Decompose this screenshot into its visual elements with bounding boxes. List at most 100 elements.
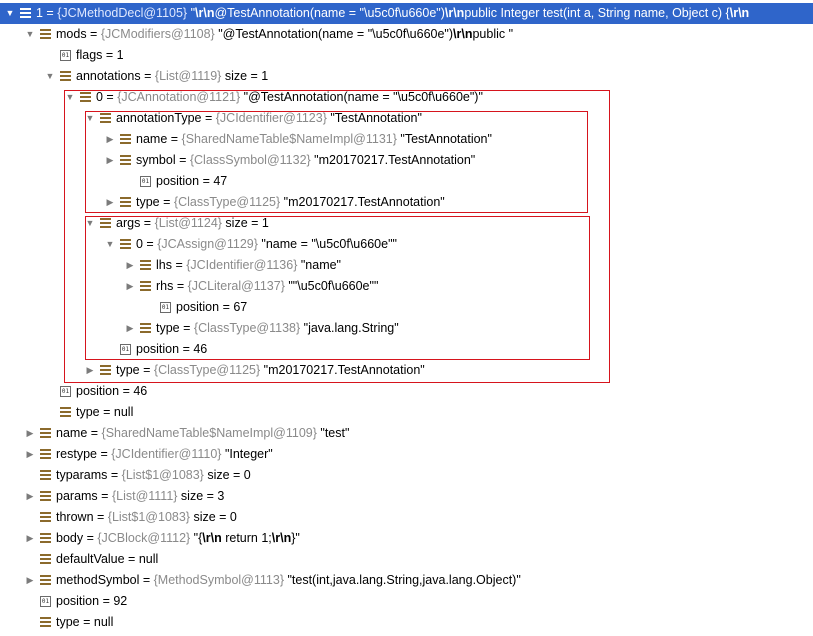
object-reference: {JCIdentifier@1110} — [111, 447, 222, 461]
expand-arrow-icon[interactable]: ▶ — [24, 486, 36, 507]
field-name: position — [156, 174, 200, 188]
equals-sign: = — [93, 510, 108, 524]
tree-row[interactable]: type = null — [0, 402, 813, 423]
expand-arrow-icon[interactable]: ▶ — [24, 528, 36, 549]
tree-row[interactable]: ▼ args = {List@1124} size = 1 — [0, 213, 813, 234]
object-field-icon — [40, 470, 51, 481]
tree-row[interactable]: ▼ mods = {JCModifiers@1108} "@TestAnnotat… — [0, 24, 813, 45]
tree-row[interactable]: ▶ params = {List@1111} size = 3 — [0, 486, 813, 507]
tree-row[interactable]: typarams = {List$1@1083} size = 0 — [0, 465, 813, 486]
field-value: "test(int,java.lang.String,java.lang.Obj… — [284, 573, 521, 587]
primitive-field-icon: 01 — [160, 302, 171, 313]
row-text: args = {List@1124} size = 1 — [116, 213, 269, 234]
tree-row[interactable]: ▼ 0 = {JCAnnotation@1121} "@TestAnnotatio… — [0, 87, 813, 108]
object-field-icon — [100, 218, 111, 229]
field-name: defaultValue — [56, 552, 125, 566]
tree-row[interactable]: ▶ lhs = {JCIdentifier@1136} "name" — [0, 255, 813, 276]
row-text: position = 46 — [136, 339, 207, 360]
tree-row[interactable]: ▶ rhs = {JCLiteral@1137} ""\u5c0f\u660e"" — [0, 276, 813, 297]
object-reference: {List$1@1083} — [107, 510, 190, 524]
equals-sign: = — [102, 48, 117, 62]
field-value: size = 1 — [221, 69, 269, 83]
tree-row[interactable]: ▶ name = {SharedNameTable$NameImpl@1109} … — [0, 423, 813, 444]
collapse-arrow-icon[interactable]: ▼ — [84, 213, 96, 234]
field-name: methodSymbol — [56, 573, 140, 587]
tree-row[interactable]: 01 position = 46 — [0, 381, 813, 402]
object-field-icon — [60, 71, 71, 82]
equals-sign: = — [97, 489, 112, 503]
tree-row[interactable]: ▶ type = {ClassType@1138} "java.lang.Stri… — [0, 318, 813, 339]
row-text: lhs = {JCIdentifier@1136} "name" — [156, 255, 341, 276]
expand-arrow-icon[interactable]: ▶ — [104, 192, 116, 213]
tree-row[interactable]: 01 flags = 1 — [0, 45, 813, 66]
tree-row[interactable]: thrown = {List$1@1083} size = 0 — [0, 507, 813, 528]
object-reference: {JCIdentifier@1123} — [215, 111, 327, 125]
tree-row[interactable]: 01 position = 47 — [0, 171, 813, 192]
tree-row[interactable]: ▶ restype = {JCIdentifier@1110} "Integer" — [0, 444, 813, 465]
field-value: "\r\n@TestAnnotation(name = "\u5c0f\u660… — [187, 6, 750, 20]
expand-arrow-icon[interactable]: ▶ — [104, 129, 116, 150]
field-value: "name" — [297, 258, 341, 272]
tree-row[interactable]: defaultValue = null — [0, 549, 813, 570]
collapse-arrow-icon[interactable]: ▼ — [84, 108, 96, 129]
tree-row[interactable]: ▶ name = {SharedNameTable$NameImpl@1131} … — [0, 129, 813, 150]
row-text: type = null — [56, 612, 113, 633]
tree-row[interactable]: 01 position = 67 — [0, 297, 813, 318]
tree-row[interactable]: ▼ annotations = {List@1119} size = 1 — [0, 66, 813, 87]
row-text: rhs = {JCLiteral@1137} ""\u5c0f\u660e"" — [156, 276, 378, 297]
collapse-arrow-icon[interactable]: ▼ — [104, 234, 116, 255]
tree-row[interactable]: ▼ 1 = {JCMethodDecl@1105} "\r\n@TestAnnot… — [0, 3, 813, 24]
expand-arrow-icon[interactable]: ▶ — [24, 444, 36, 465]
row-text: methodSymbol = {MethodSymbol@1113} "test… — [56, 570, 521, 591]
field-value: "TestAnnotation" — [326, 111, 422, 125]
equals-sign: = — [119, 384, 134, 398]
object-field-icon — [40, 617, 51, 628]
field-value: 46 — [133, 384, 148, 398]
tree-row[interactable]: ▼ annotationType = {JCIdentifier@1123} "T… — [0, 108, 813, 129]
field-value: ""\u5c0f\u660e"" — [284, 279, 379, 293]
field-name: type — [56, 615, 80, 629]
row-text: position = 47 — [156, 171, 227, 192]
row-text: params = {List@1111} size = 3 — [56, 486, 224, 507]
field-value: "name = "\u5c0f\u660e"" — [257, 237, 397, 251]
field-value: "@TestAnnotation(name = "\u5c0f\u660e")\… — [214, 27, 514, 41]
field-name: 1 — [36, 6, 43, 20]
tree-row[interactable]: ▶ methodSymbol = {MethodSymbol@1113} "tes… — [0, 570, 813, 591]
tree-row[interactable]: 01 position = 46 — [0, 339, 813, 360]
tree-row[interactable]: ▶ symbol = {ClassSymbol@1132} "m20170217.… — [0, 150, 813, 171]
equals-sign: = — [139, 573, 154, 587]
tree-row[interactable]: ▶ type = {ClassType@1125} "m20170217.Test… — [0, 360, 813, 381]
field-name: typarams — [56, 468, 108, 482]
tree-row[interactable]: type = null — [0, 612, 813, 633]
object-field-icon — [100, 365, 111, 376]
expand-arrow-icon[interactable]: ▶ — [124, 276, 136, 297]
tree-row[interactable]: 01 position = 92 — [0, 591, 813, 612]
equals-sign: = — [140, 216, 155, 230]
expand-arrow-icon[interactable]: ▶ — [104, 150, 116, 171]
collapse-arrow-icon[interactable]: ▼ — [44, 66, 56, 87]
row-text: 0 = {JCAssign@1129} "name = "\u5c0f\u660… — [136, 234, 397, 255]
field-name: args — [116, 216, 141, 230]
collapse-arrow-icon[interactable]: ▼ — [4, 3, 16, 24]
equals-sign: = — [179, 342, 194, 356]
equals-sign: = — [124, 552, 139, 566]
field-value: "@TestAnnotation(name = "\u5c0f\u660e")" — [240, 90, 483, 104]
equals-sign: = — [173, 279, 188, 293]
expand-arrow-icon[interactable]: ▶ — [84, 360, 96, 381]
tree-row[interactable]: ▼ 0 = {JCAssign@1129} "name = "\u5c0f\u66… — [0, 234, 813, 255]
collapse-arrow-icon[interactable]: ▼ — [64, 87, 76, 108]
object-field-icon — [120, 239, 131, 250]
expand-arrow-icon[interactable]: ▶ — [24, 570, 36, 591]
equals-sign: = — [86, 27, 101, 41]
expand-arrow-icon[interactable]: ▶ — [124, 318, 136, 339]
collapse-arrow-icon[interactable]: ▼ — [24, 24, 36, 45]
field-name: type — [76, 405, 100, 419]
tree-row[interactable]: ▶ type = {ClassType@1125} "m20170217.Test… — [0, 192, 813, 213]
object-reference: {List@1124} — [154, 216, 222, 230]
field-name: rhs — [156, 279, 174, 293]
row-text: 1 = {JCMethodDecl@1105} "\r\n@TestAnnota… — [36, 3, 749, 24]
expand-arrow-icon[interactable]: ▶ — [24, 423, 36, 444]
expand-arrow-icon[interactable]: ▶ — [124, 255, 136, 276]
field-name: thrown — [56, 510, 94, 524]
tree-row[interactable]: ▶ body = {JCBlock@1112} "{\r\n return 1;\… — [0, 528, 813, 549]
